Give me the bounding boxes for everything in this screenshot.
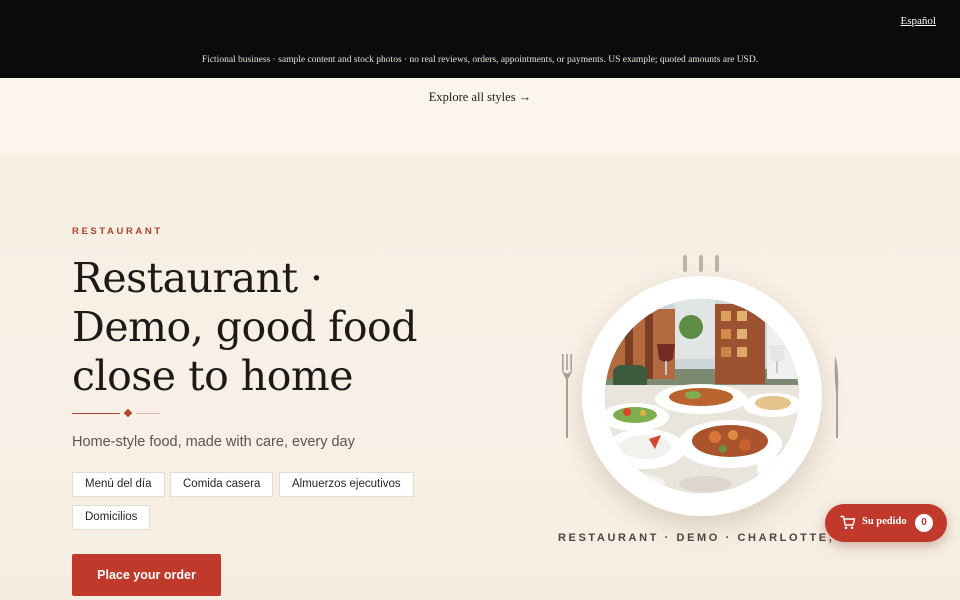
disclaimer-text: Fictional business · sample content and … [201, 55, 759, 65]
cart-label: Su pedido [862, 516, 907, 527]
steam-icon [683, 255, 687, 272]
fork-icon [562, 354, 572, 438]
headline-line-3: close to home [72, 352, 354, 400]
divider-line-left [72, 413, 120, 414]
cart-icon [840, 515, 856, 530]
hero-eyebrow: RESTAURANT [72, 226, 163, 237]
top-banner: Español Fictional business · sample cont… [0, 0, 960, 78]
diamond-icon [123, 408, 133, 418]
headline-line-1: Restaurant · [72, 254, 323, 302]
ornament-divider [72, 408, 162, 419]
cart-count-badge: 0 [915, 514, 933, 532]
chip-almuerzos-ejecutivos[interactable]: Almuerzos ejecutivos [279, 472, 414, 497]
location-caption: RESTAURANT · DEMO · CHARLOTTE, NC [558, 532, 848, 544]
chip-menu-del-dia[interactable]: Menú del día [72, 472, 165, 497]
language-link[interactable]: Español [901, 15, 936, 27]
hero-tagline: Home-style food, made with care, every d… [72, 434, 355, 450]
chip-comida-casera[interactable]: Comida casera [170, 472, 274, 497]
knife-icon [834, 356, 839, 438]
restaurant-dining-table-photo [605, 299, 799, 493]
plate-illustration [582, 276, 822, 516]
divider-line-right [136, 413, 160, 414]
cart-button[interactable]: Su pedido 0 [825, 504, 947, 542]
headline-line-2: Demo, good food [72, 303, 417, 351]
explore-styles-link[interactable]: Explore all styles → [0, 90, 960, 105]
steam-icon [715, 255, 719, 272]
steam-icon [699, 255, 703, 272]
chip-domicilios[interactable]: Domicilios [72, 505, 151, 530]
hero-headline: Restaurant · Demo, good food close to ho… [72, 254, 492, 401]
place-order-button[interactable]: Place your order [72, 554, 221, 596]
